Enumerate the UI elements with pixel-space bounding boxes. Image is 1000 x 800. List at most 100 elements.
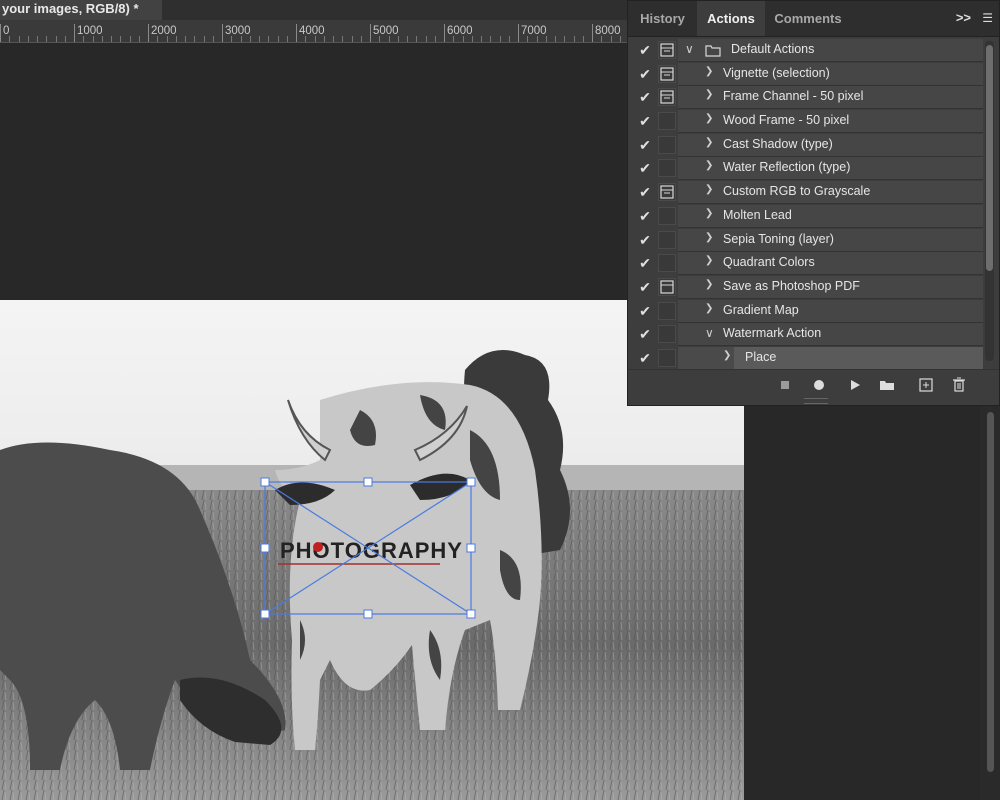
action-step[interactable]: ✔ ❯ Place [628,346,983,370]
toggle-checkmark-icon[interactable]: ✔ [636,41,654,59]
chevron-right-icon[interactable]: ❯ [705,89,713,100]
dialog-toggle-icon[interactable] [658,325,676,344]
toggle-checkmark-icon[interactable]: ✔ [636,136,654,154]
action-name: Place [745,349,777,364]
ruler-minor-tick [434,36,436,42]
dialog-toggle-icon[interactable] [658,135,676,154]
stop-icon[interactable] [776,376,794,394]
dialog-toggle-icon[interactable] [658,206,676,225]
chevron-right-icon[interactable]: ❯ [705,232,713,243]
ruler-minor-tick [83,36,85,42]
toggle-checkmark-icon[interactable]: ✔ [636,112,654,130]
chevron-right-icon[interactable]: ❯ [705,137,713,148]
dialog-toggle-icon[interactable] [658,301,676,320]
tab-comments[interactable]: Comments [765,1,851,36]
document-tab[interactable]: your images, RGB/8) * [0,0,164,20]
action-name: Water Reflection (type) [723,160,851,175]
action-item[interactable]: ✔ ❯ Sepia Toning (layer) [628,228,983,252]
toggle-checkmark-icon[interactable]: ✔ [636,349,654,367]
dialog-toggle-icon[interactable] [658,41,676,59]
toggle-checkmark-icon[interactable]: ✔ [636,88,654,106]
action-name: Watermark Action [723,326,822,341]
toggle-checkmark-icon[interactable]: ✔ [636,302,654,320]
panel-menu-icon[interactable]: ☰ [982,11,993,25]
dialog-toggle-icon[interactable] [658,112,676,131]
ruler-minor-tick [416,36,418,42]
ruler-minor-tick [573,36,575,42]
panel-resize-grip[interactable] [804,398,828,404]
play-icon[interactable] [846,376,864,394]
action-item[interactable]: ✔ ❯ Frame Channel - 50 pixel [628,86,983,110]
chevron-right-icon[interactable]: ❯ [705,66,713,77]
ruler-label: 6000 [447,25,473,37]
ruler-minor-tick [286,36,288,42]
ruler-minor-tick [499,36,501,42]
collapse-panel-icon[interactable]: >> [956,10,971,25]
ruler-minor-tick [601,36,603,42]
action-item[interactable]: ✔ ∨ Watermark Action [628,323,983,347]
actions-scrollbar-thumb[interactable] [986,45,993,271]
tab-actions[interactable]: Actions [697,1,765,36]
toggle-checkmark-icon[interactable]: ✔ [636,231,654,249]
action-set[interactable]: ✔ ∨ Default Actions [628,39,983,62]
toggle-checkmark-icon[interactable]: ✔ [636,278,654,296]
toggle-checkmark-icon[interactable]: ✔ [636,159,654,177]
chevron-right-icon[interactable]: ❯ [705,303,713,314]
action-name: Frame Channel - 50 pixel [723,89,864,104]
dialog-toggle-icon[interactable] [658,183,676,202]
chevron-right-icon[interactable]: ❯ [705,208,713,219]
chevron-right-icon[interactable]: ❯ [705,113,713,124]
action-item[interactable]: ✔ ❯ Wood Frame - 50 pixel [628,110,983,134]
action-name-cell[interactable] [678,39,983,62]
chevron-right-icon[interactable]: ❯ [705,160,713,171]
action-item[interactable]: ✔ ❯ Water Reflection (type) [628,157,983,181]
tab-history[interactable]: History [628,1,697,36]
vertical-scrollbar[interactable] [980,406,1000,800]
action-item[interactable]: ✔ ❯ Cast Shadow (type) [628,133,983,157]
record-icon[interactable] [810,376,828,394]
chevron-down-icon[interactable]: ∨ [685,42,694,56]
toggle-checkmark-icon[interactable]: ✔ [636,254,654,272]
ruler-minor-tick [120,36,122,42]
dialog-toggle-icon[interactable] [658,88,676,107]
ruler-major-tick [74,24,75,42]
actions-scrollbar[interactable] [985,41,994,361]
chevron-down-icon[interactable]: ∨ [705,326,714,340]
ruler-label: 7000 [521,25,547,37]
ruler-minor-tick [527,36,529,42]
ruler-minor-tick [582,36,584,42]
toggle-checkmark-icon[interactable]: ✔ [636,207,654,225]
scrollbar-thumb[interactable] [987,412,994,772]
toggle-checkmark-icon[interactable]: ✔ [636,183,654,201]
action-item[interactable]: ✔ ❯ Vignette (selection) [628,62,983,86]
toggle-checkmark-icon[interactable]: ✔ [636,65,654,83]
action-item[interactable]: ✔ ❯ Save as Photoshop PDF [628,275,983,299]
chevron-right-icon[interactable]: ❯ [705,255,713,266]
action-item[interactable]: ✔ ❯ Molten Lead [628,204,983,228]
toggle-checkmark-icon[interactable]: ✔ [636,325,654,343]
action-name: Custom RGB to Grayscale [723,184,871,199]
ruler-minor-tick [397,36,399,42]
action-item[interactable]: ✔ ❯ Quadrant Colors [628,252,983,276]
chevron-right-icon[interactable]: ❯ [705,279,713,290]
delete-icon[interactable] [950,376,968,394]
dialog-toggle-icon[interactable] [658,254,676,273]
ruler-minor-tick [212,36,214,42]
ruler-minor-tick [175,36,177,42]
actions-list: ✔ ∨ Default Actions ✔ ❯ Vignette (selection) ✔… [628,39,983,371]
dialog-toggle-icon[interactable] [658,159,676,178]
ruler-minor-tick [231,36,233,42]
chevron-right-icon[interactable]: ❯ [705,184,713,195]
chevron-right-icon[interactable]: ❯ [723,350,731,361]
dialog-toggle-icon[interactable] [658,230,676,249]
dialog-toggle-icon[interactable] [658,348,676,367]
new-action-icon[interactable] [917,376,935,394]
dialog-toggle-icon[interactable] [658,64,676,83]
action-item[interactable]: ✔ ❯ Custom RGB to Grayscale [628,181,983,205]
action-name: Default Actions [731,42,815,56]
ruler-minor-tick [453,36,455,42]
action-name: Molten Lead [723,207,792,222]
action-item[interactable]: ✔ ❯ Gradient Map [628,299,983,323]
dialog-toggle-icon[interactable] [658,277,676,296]
new-set-icon[interactable] [878,376,896,394]
